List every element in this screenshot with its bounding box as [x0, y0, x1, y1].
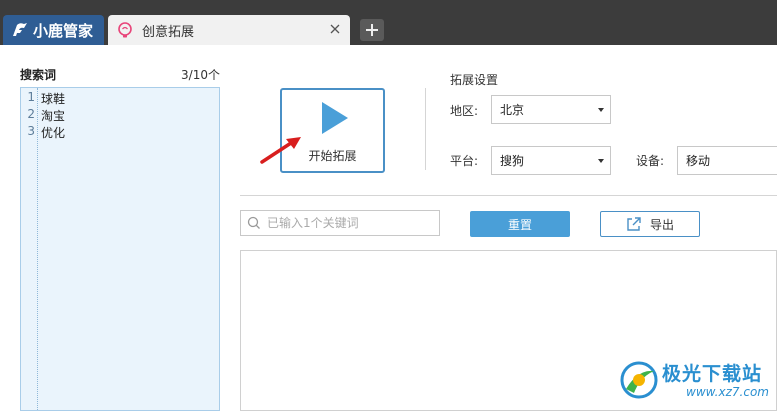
pointer-arrow-icon — [260, 137, 301, 164]
brand-tab[interactable]: 小鹿管家 — [3, 15, 104, 45]
reset-button-label: 重置 — [507, 217, 532, 232]
export-button-label: 导出 — [649, 217, 674, 232]
reset-button[interactable]: 重置 — [470, 211, 570, 237]
watermark-url: www.xz7.com — [686, 385, 769, 399]
keyword-editor[interactable]: 1 球鞋 2 淘宝 3 优化 — [20, 87, 220, 411]
settings-title: 拓展设置 — [450, 73, 499, 87]
keyword-line[interactable]: 3 优化 — [21, 124, 65, 141]
platform-label: 平台: — [450, 154, 479, 168]
platform-select[interactable]: 搜狗 — [491, 146, 611, 175]
lightbulb-icon — [118, 22, 132, 38]
keyword-text: 淘宝 — [41, 109, 66, 123]
horizontal-divider — [240, 195, 777, 196]
search-input[interactable] — [267, 216, 427, 230]
chevron-down-icon — [598, 159, 604, 163]
new-tab-button[interactable] — [360, 19, 384, 41]
keyword-text: 球鞋 — [41, 92, 66, 106]
line-number: 1 — [27, 90, 35, 104]
plus-icon — [366, 24, 378, 36]
export-button[interactable]: 导出 — [600, 211, 700, 237]
device-value: 移动 — [686, 154, 711, 168]
watermark-name: 极光下载站 — [662, 363, 763, 385]
region-select[interactable]: 北京 — [491, 95, 611, 124]
device-label: 设备: — [636, 154, 665, 168]
region-label: 地区: — [450, 104, 479, 118]
keyword-line[interactable]: 1 球鞋 — [21, 90, 65, 107]
device-select[interactable]: 移动 — [677, 146, 777, 175]
chevron-down-icon — [598, 108, 604, 112]
keyword-text: 优化 — [41, 126, 66, 140]
keyword-panel-header: 搜索词 3/10个 — [20, 66, 220, 82]
keyword-line[interactable]: 2 淘宝 — [21, 107, 65, 124]
watermark-logo-icon — [620, 361, 658, 399]
line-number: 3 — [27, 124, 35, 138]
watermark: 极光下载站 www.xz7.com — [618, 355, 777, 405]
tab-label: 创意拓展 — [142, 24, 195, 40]
platform-value: 搜狗 — [500, 154, 525, 168]
vertical-divider — [425, 88, 426, 170]
region-value: 北京 — [500, 103, 525, 117]
keyword-panel-title: 搜索词 — [20, 68, 57, 82]
keyword-search-box[interactable] — [240, 210, 440, 236]
line-number: 2 — [27, 107, 35, 121]
export-icon — [627, 217, 641, 231]
brand-logo-icon — [13, 23, 27, 36]
title-bar: 小鹿管家 创意拓展 — [0, 0, 777, 45]
tab-creative-expand[interactable]: 创意拓展 — [108, 15, 350, 45]
keyword-count: 3/10个 — [181, 68, 220, 82]
close-icon[interactable] — [328, 22, 342, 36]
search-icon — [247, 216, 260, 229]
play-icon — [322, 102, 348, 134]
brand-tab-label: 小鹿管家 — [33, 21, 94, 40]
